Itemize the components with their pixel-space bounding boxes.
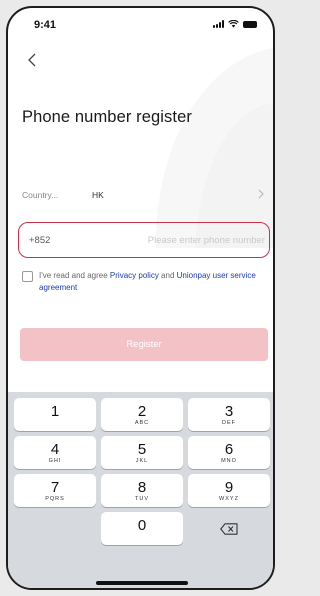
background-decoration bbox=[155, 48, 273, 248]
key-3[interactable]: 3 DEF bbox=[188, 398, 270, 431]
delete-key[interactable] bbox=[188, 512, 270, 545]
key-digit: 3 bbox=[224, 402, 234, 420]
key-digit: 5 bbox=[137, 440, 147, 458]
key-digit: 7 bbox=[50, 478, 60, 496]
country-selector[interactable]: Country... HK bbox=[22, 184, 264, 206]
key-digit: 4 bbox=[50, 440, 60, 458]
key-7[interactable]: 7 PQRS bbox=[14, 474, 96, 507]
key-letters: JKL bbox=[135, 457, 149, 464]
key-digit: 6 bbox=[224, 440, 234, 458]
home-indicator bbox=[96, 581, 188, 585]
signal-icon bbox=[213, 20, 224, 28]
page-title: Phone number register bbox=[22, 108, 192, 126]
country-value: HK bbox=[92, 190, 104, 200]
agreement-checkbox[interactable] bbox=[22, 271, 33, 282]
status-icons bbox=[213, 20, 257, 28]
key-digit: 9 bbox=[224, 478, 234, 496]
battery-icon bbox=[243, 20, 257, 28]
key-digit: 8 bbox=[137, 478, 147, 496]
country-label: Country... bbox=[22, 190, 59, 200]
numeric-keypad: 1 2 ABC 3 DEF 4 GHI 5 JKL 6 MNO 7 PQRS 8 bbox=[8, 392, 273, 588]
back-button[interactable] bbox=[22, 50, 42, 70]
agreement-text: I've read and agree Privacy policy and U… bbox=[39, 270, 268, 294]
phone-prefix[interactable]: +852 bbox=[29, 235, 109, 246]
status-time: 9:41 bbox=[34, 19, 57, 31]
wifi-icon bbox=[228, 20, 239, 28]
chevron-right-icon bbox=[258, 189, 264, 199]
key-6[interactable]: 6 MNO bbox=[188, 436, 270, 469]
agreement: I've read and agree Privacy policy and U… bbox=[22, 270, 268, 294]
key-8[interactable]: 8 TUV bbox=[101, 474, 183, 507]
key-0[interactable]: 0 bbox=[101, 512, 183, 545]
phone-number-input[interactable] bbox=[109, 234, 269, 246]
key-digit: 2 bbox=[137, 402, 147, 420]
privacy-policy-link[interactable]: Privacy policy bbox=[110, 271, 159, 280]
chevron-left-icon bbox=[28, 53, 36, 67]
key-letters: MNO bbox=[221, 457, 237, 464]
agreement-prefix: I've read and agree bbox=[39, 271, 110, 280]
phone-screen: 9:41 Phone number register Country... HK… bbox=[6, 6, 275, 590]
status-bar: 9:41 bbox=[8, 8, 273, 38]
phone-input-box: +852 bbox=[18, 222, 270, 258]
key-letters: PQRS bbox=[45, 495, 65, 502]
key-letters: TUV bbox=[135, 495, 149, 502]
key-2[interactable]: 2 ABC bbox=[101, 398, 183, 431]
register-button[interactable]: Register bbox=[20, 328, 268, 361]
key-letters: WXYZ bbox=[219, 495, 239, 502]
key-4[interactable]: 4 GHI bbox=[14, 436, 96, 469]
key-5[interactable]: 5 JKL bbox=[101, 436, 183, 469]
key-letters: DEF bbox=[222, 419, 236, 426]
agreement-and: and bbox=[158, 271, 177, 280]
key-digit: 0 bbox=[137, 516, 147, 534]
key-letters: GHI bbox=[48, 457, 62, 464]
key-letters: ABC bbox=[134, 419, 150, 426]
key-digit: 1 bbox=[50, 402, 60, 420]
key-1[interactable]: 1 bbox=[14, 398, 96, 431]
key-9[interactable]: 9 WXYZ bbox=[188, 474, 270, 507]
backspace-icon bbox=[220, 522, 238, 535]
